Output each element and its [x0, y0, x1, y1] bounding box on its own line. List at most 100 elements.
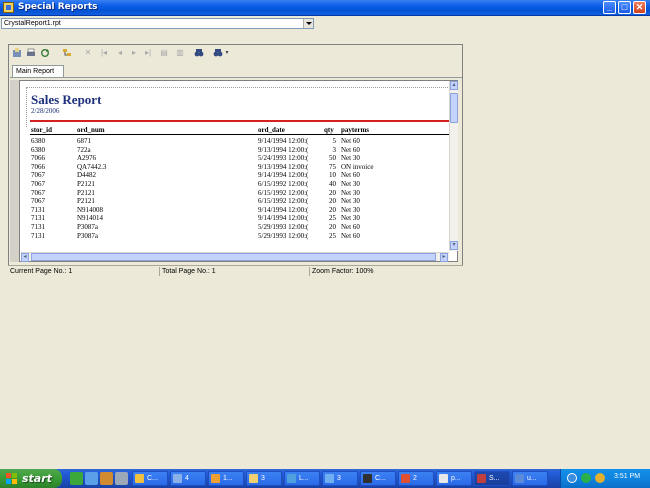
clock[interactable]: 3:51 PM — [614, 473, 640, 480]
start-button[interactable]: start — [0, 469, 62, 488]
task-app-icon — [249, 474, 258, 483]
cell-stor-id: 7131 — [31, 231, 45, 240]
task-app-icon — [173, 474, 182, 483]
cell-ord-date: 9/14/1994 12:00:( — [258, 214, 309, 223]
taskbar-task[interactable]: 2 — [398, 471, 434, 486]
cell-qty: 20 — [329, 197, 336, 206]
taskbar-task[interactable]: 1... — [208, 471, 244, 486]
vertical-scroll-thumb[interactable] — [450, 93, 458, 123]
report-selector[interactable]: CrystalReport1.rpt — [1, 18, 314, 29]
scroll-up-arrow[interactable]: ▴ — [450, 81, 458, 90]
cell-stor-id: 7067 — [31, 197, 45, 206]
report-selector-value: CrystalReport1.rpt — [4, 20, 61, 27]
zoom-factor-status: Zoom Factor: 100% — [312, 268, 374, 275]
status-bar: Current Page No.: 1 Total Page No.: 1 Zo… — [8, 265, 463, 277]
cell-stor-id: 7131 — [31, 205, 45, 214]
cell-stor-id: 6380 — [31, 145, 45, 154]
taskbar-task[interactable]: p... — [436, 471, 472, 486]
app-icon — [3, 2, 14, 13]
close-view-icon: ▥ — [176, 48, 184, 57]
tab-main-report[interactable]: Main Report — [12, 65, 64, 77]
cell-qty: 25 — [329, 214, 336, 223]
cell-stor-id: 7067 — [31, 180, 45, 188]
minimize-button[interactable]: _ — [603, 1, 616, 14]
refresh-icon[interactable] — [40, 48, 50, 58]
scroll-right-arrow[interactable]: ▸ — [440, 253, 448, 262]
cell-ord-date: 9/14/1994 12:00:( — [258, 205, 309, 214]
maximize-button[interactable]: □ — [618, 1, 631, 14]
cell-ord-date: 6/15/1992 12:00:( — [258, 188, 309, 197]
cell-payterms: Net 30 — [341, 180, 360, 188]
total-page-status: Total Page No.: 1 — [162, 268, 216, 275]
cell-ord-num: P3087a — [77, 231, 98, 240]
title-bar[interactable]: Special Reports _ □ ✕ — [0, 0, 650, 16]
taskbar-task[interactable]: 3 — [322, 471, 358, 486]
taskbar-task[interactable]: 3 — [246, 471, 282, 486]
cell-ord-num: 6871 — [77, 137, 91, 145]
taskbar-task[interactable]: C... — [132, 471, 168, 486]
next-page-icon: ▸ — [131, 48, 136, 57]
export-icon[interactable] — [12, 48, 22, 58]
report-date: 2/28/2006 — [31, 107, 60, 115]
cell-stor-id: 7131 — [31, 214, 45, 223]
network-icon[interactable] — [567, 473, 577, 483]
column-header-ord-num: ord_num — [77, 126, 105, 134]
horizontal-scrollbar[interactable]: ◂ ▸ — [21, 252, 449, 262]
scroll-down-arrow[interactable]: ▾ — [450, 241, 458, 250]
cell-qty: 20 — [329, 223, 336, 231]
cell-ord-date: 5/29/1993 12:00:( — [258, 231, 309, 240]
scroll-left-arrow[interactable]: ◂ — [21, 253, 29, 262]
cell-ord-date: 6/15/1992 12:00:( — [258, 180, 309, 188]
cell-payterms: ON invoice — [341, 162, 374, 171]
cell-ord-num: P3087a — [77, 223, 98, 231]
task-app-icon — [439, 474, 448, 483]
task-label: C... — [147, 475, 158, 482]
taskbar-task[interactable]: 4 — [170, 471, 206, 486]
chevron-down-icon[interactable] — [303, 19, 313, 28]
cell-ord-date: 5/24/1993 12:00:( — [258, 154, 309, 163]
quicklaunch-media-icon[interactable] — [100, 472, 113, 485]
cell-ord-num: A2976 — [77, 154, 97, 163]
cell-qty: 10 — [329, 171, 336, 180]
print-icon[interactable] — [26, 48, 36, 58]
quicklaunch-explorer-icon[interactable] — [115, 472, 128, 485]
cell-payterms: Net 60 — [341, 171, 360, 180]
cell-ord-num: P2121 — [77, 197, 95, 206]
volume-icon[interactable] — [595, 473, 605, 483]
taskbar-task[interactable]: S... — [474, 471, 510, 486]
column-header-rule — [30, 134, 449, 135]
column-header-ord-date: ord_date — [258, 126, 285, 134]
find-icon[interactable] — [194, 48, 204, 58]
current-page-status: Current Page No.: 1 — [10, 268, 73, 275]
cell-stor-id: 7067 — [31, 171, 45, 180]
task-app-icon — [211, 474, 220, 483]
cell-payterms: Net 30 — [341, 188, 360, 197]
taskbar-task[interactable]: L... — [284, 471, 320, 486]
window-title: Special Reports — [18, 2, 98, 12]
cell-stor-id: 7066 — [31, 162, 45, 171]
task-app-icon — [477, 474, 486, 483]
cell-qty: 75 — [329, 162, 336, 171]
horizontal-scroll-thumb[interactable] — [31, 253, 436, 261]
task-label: S... — [489, 475, 500, 482]
cell-qty: 20 — [329, 205, 336, 214]
security-icon[interactable] — [581, 473, 591, 483]
group-tree-panel — [10, 80, 20, 262]
vertical-scrollbar[interactable]: ▴ ▾ — [449, 81, 458, 251]
cell-payterms: Net 30 — [341, 214, 360, 223]
taskbar-task[interactable]: C... — [360, 471, 396, 486]
first-page-icon: |◂ — [100, 48, 108, 57]
column-header-payterms: payterms — [341, 126, 369, 134]
cell-stor-id: 7131 — [31, 223, 45, 231]
cell-stor-id: 7067 — [31, 188, 45, 197]
cell-ord-num: P2121 — [77, 188, 95, 197]
cell-ord-num: P2121 — [77, 180, 95, 188]
taskbar-task[interactable]: u... — [512, 471, 548, 486]
task-app-icon — [515, 474, 524, 483]
zoom-dropdown-icon[interactable]: ▾ — [222, 48, 232, 58]
group-tree-icon[interactable] — [62, 48, 72, 58]
column-header-qty: qty — [324, 126, 334, 134]
quicklaunch-ie-icon[interactable] — [85, 472, 98, 485]
close-button[interactable]: ✕ — [633, 1, 646, 14]
quicklaunch-desktop-icon[interactable] — [70, 472, 83, 485]
